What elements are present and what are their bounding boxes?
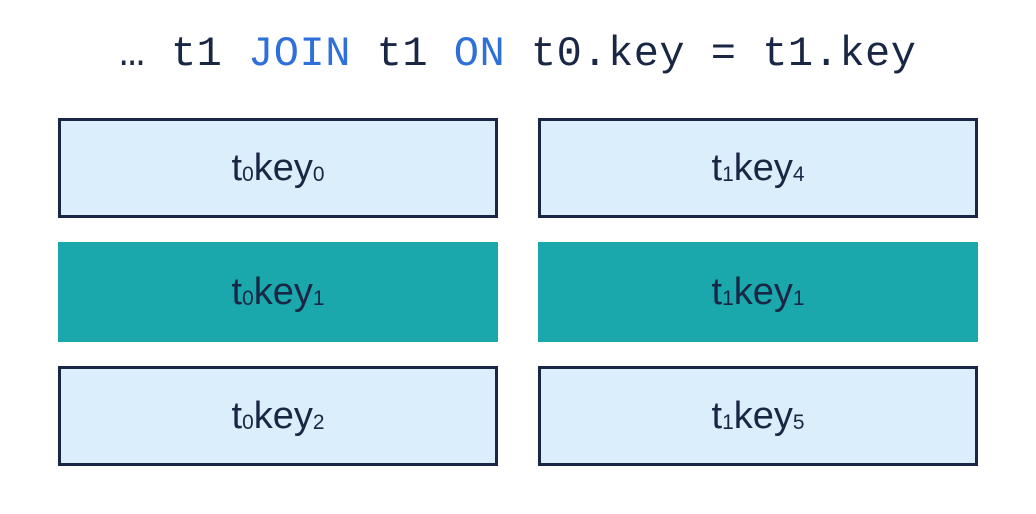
title-condition: t0.key = t1.key (531, 30, 917, 78)
key-label: key (734, 147, 793, 190)
key-sub: 5 (793, 411, 805, 435)
sql-join-title: … t1 JOIN t1 ON t0.key = t1.key (40, 30, 996, 78)
left-cell-0: t0key0 (58, 118, 498, 218)
left-cell-1: t0key1 (58, 242, 498, 342)
key-sub: 4 (793, 163, 805, 187)
key-label: key (734, 271, 793, 314)
key-sub: 1 (793, 287, 805, 311)
key-label: key (254, 147, 313, 190)
title-table-b: t1 (377, 30, 428, 78)
left-column: t0key0 t0key1 t0key2 (58, 118, 498, 466)
title-join-keyword: JOIN (222, 30, 376, 78)
key-sub: 2 (313, 411, 325, 435)
table-sub: 0 (242, 287, 254, 311)
join-columns: t0key0 t0key1 t0key2 t1key4 t1key1 t1key… (40, 118, 996, 466)
key-sub: 0 (313, 163, 325, 187)
title-prefix: … (120, 30, 171, 78)
key-label: key (734, 395, 793, 438)
key-sub: 1 (313, 287, 325, 311)
left-cell-2: t0key2 (58, 366, 498, 466)
table-sub: 0 (242, 163, 254, 187)
key-label: key (254, 271, 313, 314)
table-sub: 0 (242, 411, 254, 435)
table-sub: 1 (722, 287, 734, 311)
right-cell-0: t1key4 (538, 118, 978, 218)
table-sub: 1 (722, 163, 734, 187)
title-on-keyword: ON (428, 30, 531, 78)
right-cell-2: t1key5 (538, 366, 978, 466)
table-sub: 1 (722, 411, 734, 435)
title-table-a: t1 (171, 30, 222, 78)
right-column: t1key4 t1key1 t1key5 (538, 118, 978, 466)
key-label: key (254, 395, 313, 438)
right-cell-1: t1key1 (538, 242, 978, 342)
